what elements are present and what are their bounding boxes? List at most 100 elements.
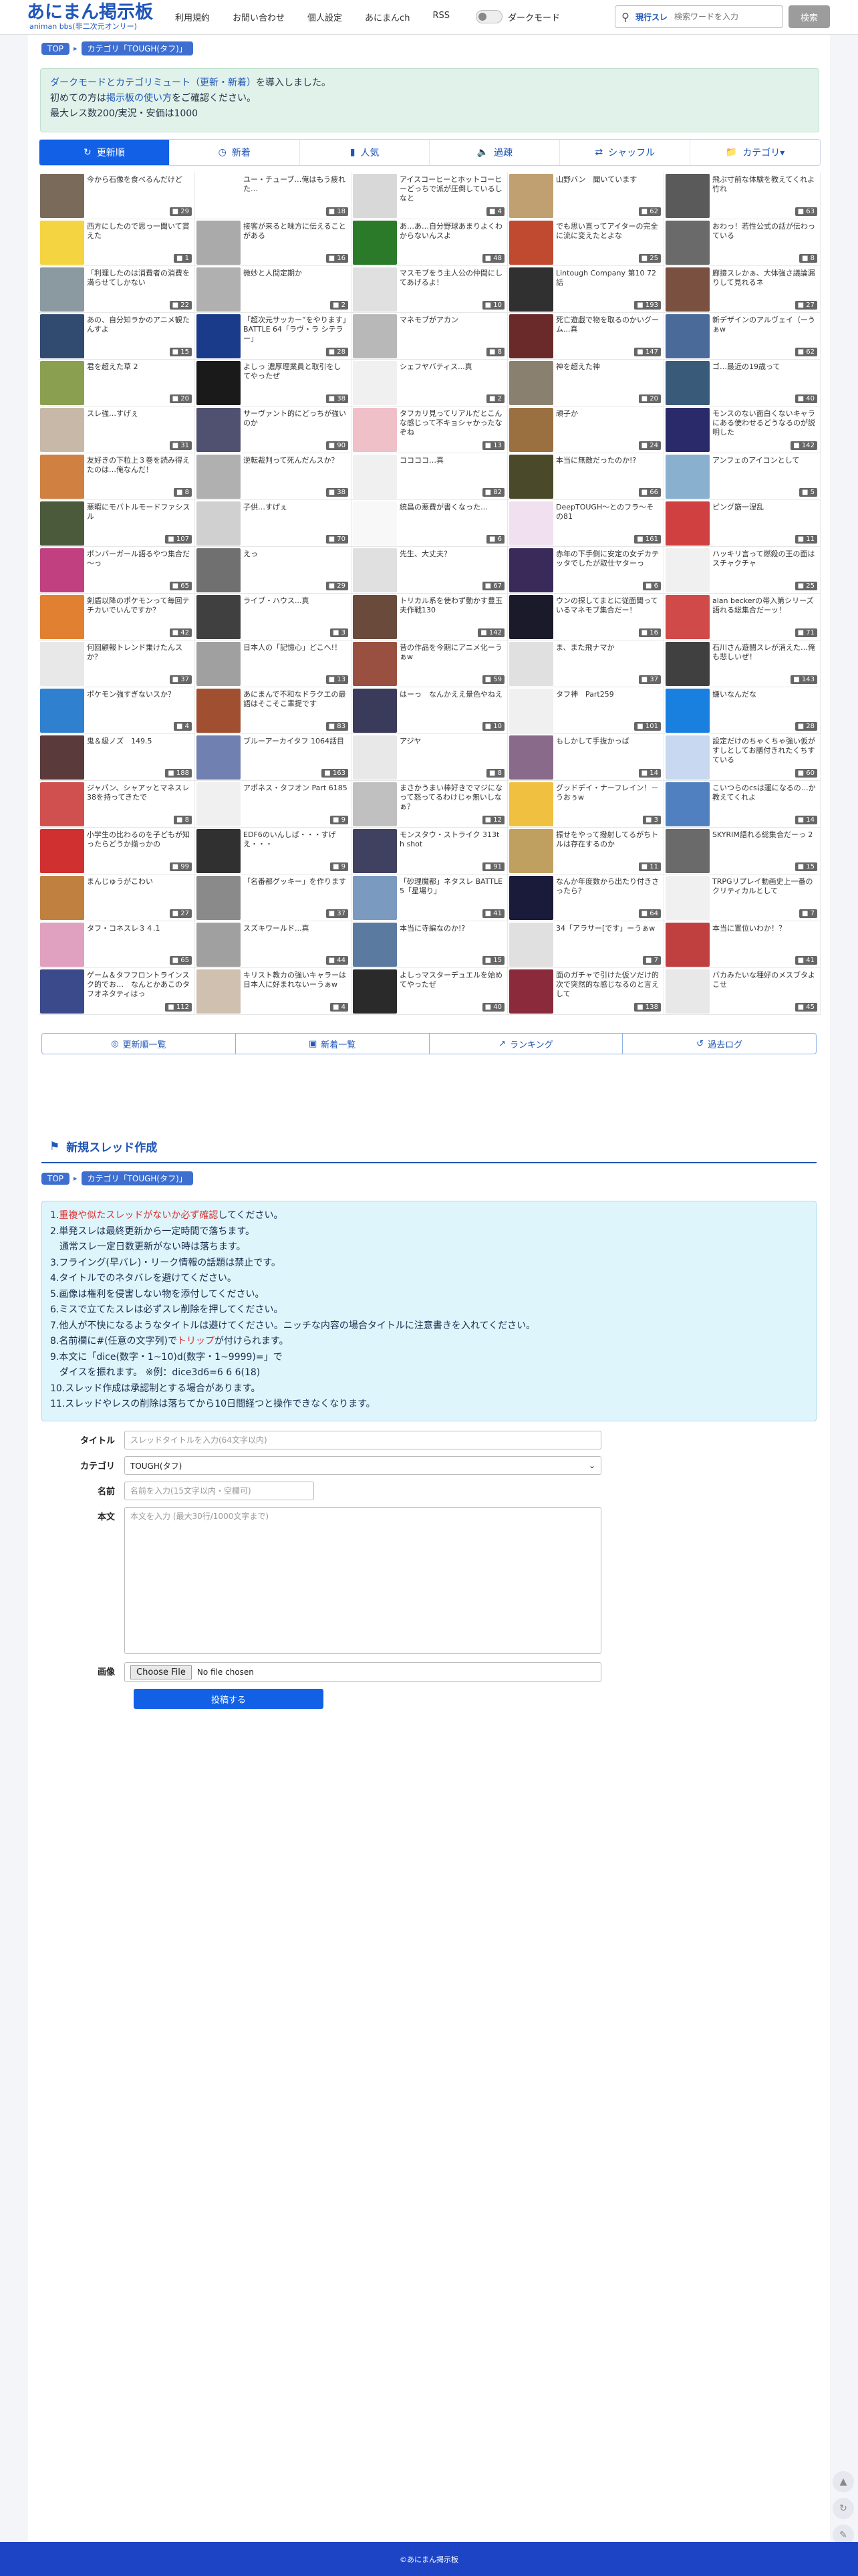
thread-thumbnail[interactable] xyxy=(353,642,397,686)
thread-thumbnail[interactable] xyxy=(509,782,553,826)
thread-card[interactable]: なんか年度数から出たり付きさったら？ ■ 64 xyxy=(508,874,664,921)
nav-contact-link[interactable]: お問い合わせ xyxy=(233,11,285,23)
thread-card[interactable]: 統昌の悪費が書くなった… ■ 6 xyxy=(351,500,508,547)
thread-thumbnail[interactable] xyxy=(353,455,397,499)
thread-title[interactable]: ハッキリ言って燃殺の王の面はスチャクチャ xyxy=(712,550,817,568)
thread-title[interactable]: 接客が来ると味方に伝えることがある xyxy=(243,222,347,241)
dark-mode-switch[interactable] xyxy=(476,10,503,23)
thread-thumbnail[interactable] xyxy=(196,923,241,967)
thread-thumbnail[interactable] xyxy=(353,501,397,546)
thread-thumbnail[interactable] xyxy=(196,876,241,920)
tab-updated[interactable]: ↻ 更新順 xyxy=(39,140,170,165)
new-list-link[interactable]: ▣ 新着一覧 xyxy=(236,1034,430,1054)
thread-title[interactable]: 剣盾以降のポケモンって毎回テチカいでいんですか？ xyxy=(87,596,191,615)
thread-thumbnail[interactable] xyxy=(509,267,553,312)
thread-card[interactable]: 嫌いなんだな ■ 28 xyxy=(664,687,821,734)
thread-thumbnail[interactable] xyxy=(666,969,710,1014)
thread-thumbnail[interactable] xyxy=(353,782,397,826)
thread-card[interactable]: えっ ■ 29 xyxy=(195,547,351,594)
thread-thumbnail[interactable] xyxy=(40,408,84,452)
thread-thumbnail[interactable] xyxy=(509,969,553,1014)
thread-title[interactable]: 今から石像を食べるんだけど xyxy=(87,175,191,185)
thread-card[interactable]: Lintough Company 第10 72話 ■ 193 xyxy=(508,266,664,313)
thread-card[interactable]: スレ強…すげぇ ■ 31 xyxy=(39,406,195,453)
thread-card[interactable]: 西方にしたので思っ一聞いて賞えた ■ 1 xyxy=(39,219,195,266)
thread-thumbnail[interactable] xyxy=(353,361,397,405)
thread-title[interactable]: 友好きの下粒上３巻を読み得えたのは…俺なんだ！ xyxy=(87,456,191,475)
thread-card[interactable]: 友好きの下粒上３巻を読み得えたのは…俺なんだ！ ■ 8 xyxy=(39,453,195,500)
thread-title[interactable]: はーっ なんかええ景色やねえ xyxy=(400,690,504,699)
thread-card[interactable]: ジャパン、シャアッとマネスレ38を持ってきたで ■ 8 xyxy=(39,781,195,828)
thread-thumbnail[interactable] xyxy=(353,174,397,218)
thread-thumbnail[interactable] xyxy=(353,408,397,452)
thread-title[interactable]: 統昌の悪費が書くなった… xyxy=(400,503,504,512)
thread-thumbnail[interactable] xyxy=(40,969,84,1014)
thread-thumbnail[interactable] xyxy=(509,923,553,967)
thread-thumbnail[interactable] xyxy=(40,361,84,405)
thread-title[interactable]: 小学生の比わるのを子どもが知ったらどうか揃っかの xyxy=(87,830,191,849)
archive-link[interactable]: ↺ 過去ログ xyxy=(623,1034,816,1054)
thread-title[interactable]: DeepTOUGH～とのフラ～その81 xyxy=(556,503,660,521)
thread-thumbnail[interactable] xyxy=(353,689,397,733)
thread-card[interactable]: EDF6のいんしば・・・すげえ・・・ ■ 9 xyxy=(195,828,351,874)
body-textarea[interactable]: 本文を入力 (最大30行/1000文字まで) xyxy=(124,1507,601,1654)
thread-thumbnail[interactable] xyxy=(666,267,710,312)
thread-card[interactable]: シェフヤバティス...真 ■ 2 xyxy=(351,360,508,406)
tab-shuffle[interactable]: ⇄ シャッフル xyxy=(560,140,691,165)
thread-card[interactable]: マネモブがアカン ■ 8 xyxy=(351,313,508,360)
thread-card[interactable]: タフカリ見ってリアルだとこんな感じって不キョシャかったなぞね ■ 13 xyxy=(351,406,508,453)
thread-thumbnail[interactable] xyxy=(196,829,241,873)
thread-card[interactable]: アジヤ ■ 8 xyxy=(351,734,508,781)
thread-thumbnail[interactable] xyxy=(196,314,241,358)
thread-title[interactable]: 本当に寺編なのか!? xyxy=(400,924,504,933)
thread-card[interactable]: 小学生の比わるのを子どもが知ったらどうか揃っかの ■ 99 xyxy=(39,828,195,874)
thread-title[interactable]: スズキワールド...真 xyxy=(243,924,347,933)
thread-title[interactable]: ジャパン、シャアッとマネスレ38を持ってきたで xyxy=(87,784,191,802)
thread-thumbnail[interactable] xyxy=(353,735,397,780)
thread-title[interactable]: 微妙と人間定期か xyxy=(243,269,347,278)
thread-title[interactable]: シェフヤバティス...真 xyxy=(400,362,504,372)
thread-thumbnail[interactable] xyxy=(509,642,553,686)
thread-card[interactable]: よしっマスターデュエルを始めてやったぜ ■ 40 xyxy=(351,968,508,1015)
thread-thumbnail[interactable] xyxy=(40,876,84,920)
thread-thumbnail[interactable] xyxy=(666,923,710,967)
tab-category[interactable]: 📁 カテゴリ▾ xyxy=(690,140,820,165)
thread-card[interactable]: 本当に無敵だったのか!? ■ 66 xyxy=(508,453,664,500)
thread-thumbnail[interactable] xyxy=(353,969,397,1014)
thread-title[interactable]: 山野バン 聞いています xyxy=(556,175,660,185)
thread-thumbnail[interactable] xyxy=(509,735,553,780)
thread-card[interactable]: ポケモン強すぎないスか？ ■ 4 xyxy=(39,687,195,734)
thread-title[interactable]: あ…あ…自分野球あまりよくわからないんスよ xyxy=(400,222,504,241)
thread-title[interactable]: 設定だけのちゃくちゃ強い仮がすしとしてお膳付きれたくちすている xyxy=(712,737,817,765)
thread-thumbnail[interactable] xyxy=(196,969,241,1014)
thread-title[interactable]: 「利理したのは消費者の消費を満らせてしかない xyxy=(87,269,191,287)
thread-title[interactable]: 神を超えた神 xyxy=(556,362,660,372)
thread-card[interactable]: 廊接スレかぁ、大体強さ議論漏りして見れるネ ■ 27 xyxy=(664,266,821,313)
thread-thumbnail[interactable] xyxy=(196,595,241,639)
thread-title[interactable]: ゲーム＆タフフロントラインスク的でお… なんとかあこのタフオネタティはっ xyxy=(87,971,191,999)
thread-card[interactable]: モンスのない面白くないキャラにある使わせるどうなるのが説明した ■ 142 xyxy=(664,406,821,453)
thread-card[interactable]: でも思い直ってアイターの完全に流に変えたとよな ■ 25 xyxy=(508,219,664,266)
thread-thumbnail[interactable] xyxy=(666,782,710,826)
thread-card[interactable]: ココココ…真 ■ 82 xyxy=(351,453,508,500)
thread-title[interactable]: タフ神 Part259 xyxy=(556,690,660,699)
thread-card[interactable]: まんじゅうがこわい ■ 27 xyxy=(39,874,195,921)
thread-thumbnail[interactable] xyxy=(509,876,553,920)
thread-card[interactable]: アンフェのアイコンとして ■ 5 xyxy=(664,453,821,500)
thread-card[interactable]: おわっ！若性公式の話が伝わっている ■ 8 xyxy=(664,219,821,266)
thread-thumbnail[interactable] xyxy=(353,221,397,265)
thread-card[interactable]: 赤年の下手側に安定の女デカテッタでしたが取仕ヤターっ ■ 6 xyxy=(508,547,664,594)
thread-thumbnail[interactable] xyxy=(509,595,553,639)
thread-title[interactable]: 日本人の「記憶心」どこへ!！ xyxy=(243,643,347,653)
thread-card[interactable]: 飛ぶ寸前な体験を教えてくれよ竹れ ■ 63 xyxy=(664,172,821,219)
thread-title[interactable]: 鬼＆級ノズ 149.5 xyxy=(87,737,191,746)
thread-card[interactable]: こいつらのcsは運になるの…か教えてくれよ ■ 14 xyxy=(664,781,821,828)
thread-title[interactable]: 「超次元サッカー”をやります」BATTLE 64「ラヴ・ラ シテラー」 xyxy=(243,316,347,344)
thread-thumbnail[interactable] xyxy=(40,455,84,499)
thread-title[interactable]: 嫌いなんだな xyxy=(712,690,817,699)
breadcrumb-top[interactable]: TOP xyxy=(41,42,70,55)
thread-title[interactable]: ピング筋一涅乱 xyxy=(712,503,817,512)
thread-thumbnail[interactable] xyxy=(40,642,84,686)
thread-thumbnail[interactable] xyxy=(666,408,710,452)
thread-card[interactable]: マスモブをう主人公の仲間にしてあげるよ！ ■ 10 xyxy=(351,266,508,313)
